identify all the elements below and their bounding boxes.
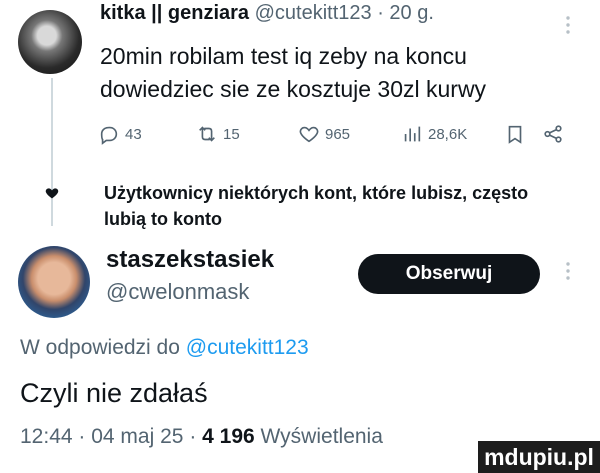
tweet-text: 20min robilam test iq zeby na koncu dowi…	[100, 43, 487, 102]
reply-date[interactable]: 04 maj 25	[91, 425, 183, 448]
share-button[interactable]	[542, 123, 564, 145]
bookmark-icon	[508, 125, 522, 144]
replying-prefix: W odpowiedzi do	[20, 336, 180, 359]
reply-author-name[interactable]: staszekstasiek	[106, 246, 274, 274]
replying-to: W odpowiedzi do @cutekitt123	[20, 336, 309, 360]
reply-icon	[100, 126, 118, 145]
reply-author: staszekstasiek @cwelonmask	[106, 246, 274, 305]
avatar[interactable]	[18, 246, 90, 318]
like-count: 965	[325, 125, 351, 143]
more-options-icon[interactable]	[561, 260, 575, 282]
reply-author-handle[interactable]: @cwelonmask	[106, 279, 274, 305]
reply-meta: 12:44 · 04 maj 25 · 4 196 Wyświetlenia	[20, 425, 383, 448]
tweet-header: kitka || genziara @cutekitt123 · 20 g.	[100, 2, 434, 24]
thread-line	[51, 78, 53, 226]
tweet-time[interactable]: 20 g.	[389, 2, 433, 24]
reply-time[interactable]: 12:44	[20, 425, 73, 448]
author-name[interactable]: kitka || genziara	[100, 2, 249, 24]
follow-button[interactable]: Obserwuj	[358, 254, 540, 294]
reply-button[interactable]: 43	[98, 123, 142, 145]
bookmark-button[interactable]	[504, 123, 526, 145]
heart-icon	[45, 188, 59, 199]
reply-count: 43	[125, 125, 142, 143]
heart-icon	[299, 126, 319, 143]
author-handle[interactable]: @cutekitt123	[255, 2, 372, 24]
replying-to-link[interactable]: @cutekitt123	[186, 336, 309, 359]
reply-text: Czyli nie zdałaś	[20, 378, 208, 408]
views-icon	[404, 126, 421, 142]
recommendation-text: Użytkownicy niektórych kont, które lubis…	[104, 183, 529, 229]
views-count: 28,6K	[428, 125, 468, 143]
views-button[interactable]: 28,6K	[401, 123, 467, 145]
retweet-icon	[199, 126, 215, 142]
retweet-button[interactable]: 15	[196, 123, 240, 145]
avatar[interactable]	[18, 10, 82, 74]
tweet-actions: 43 15 965 28,6K	[98, 123, 568, 153]
views-count: 4 196	[202, 425, 255, 448]
watermark: mdupiu.pl	[478, 441, 600, 473]
share-icon	[544, 125, 562, 143]
views-label: Wyświetlenia	[260, 425, 383, 448]
retweet-count: 15	[223, 125, 240, 143]
more-options-icon[interactable]	[561, 14, 575, 36]
like-button[interactable]: 965	[298, 123, 350, 145]
